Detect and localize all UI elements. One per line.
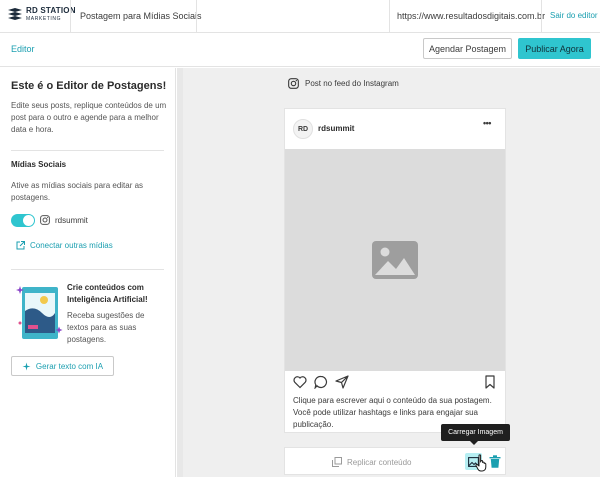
connect-media-label: Conectar outras mídias [30, 241, 113, 250]
heart-icon [293, 376, 307, 389]
post-type-label: Post no feed do Instagram [288, 78, 399, 89]
post-actions [293, 375, 497, 389]
generate-ai-text-label: Gerar texto com IA [35, 361, 104, 371]
instagram-icon [40, 215, 50, 225]
preview-area: Post no feed do Instagram RD rdsummit ••… [177, 68, 600, 477]
ai-title: Crie conteúdos com Inteligência Artifici… [67, 283, 148, 304]
account-name: rdsummit [55, 216, 88, 225]
breadcrumb[interactable]: Editor [11, 44, 35, 54]
upload-image-tooltip: Carregar Imagem [441, 424, 510, 445]
comment-icon [314, 375, 328, 389]
divider [389, 0, 390, 33]
top-bar: RD STATION MARKETING Postagem para Mídia… [0, 0, 600, 33]
sidebar-title: Este é o Editor de Postagens! [11, 80, 167, 92]
bookmark-icon [485, 375, 495, 389]
sparkle-icon [22, 362, 31, 370]
share-icon [335, 375, 349, 389]
editor-toolbar: Editor Agendar Postagem Publicar Agora [0, 33, 600, 67]
ai-illustration [16, 286, 63, 339]
rd-station-logo: RD STATION MARKETING [8, 6, 76, 26]
divider [541, 0, 542, 33]
rd-logo-icon [8, 8, 22, 20]
trash-icon[interactable] [489, 455, 501, 468]
replicate-content-button[interactable]: Replicar conteúdo [332, 457, 411, 467]
instagram-icon [288, 78, 299, 89]
divider [70, 0, 71, 33]
brand-name: RD STATION [26, 6, 76, 15]
page-title: Postagem para Mídias Sociais [80, 11, 202, 21]
site-url: https://www.resultadosdigitais.com.br [397, 11, 546, 21]
post-image-placeholder[interactable] [285, 149, 505, 371]
brand-sub: MARKETING [26, 16, 62, 22]
generate-ai-text-button[interactable]: Gerar texto com IA [11, 356, 114, 376]
hand-cursor-icon [475, 454, 487, 472]
schedule-post-button[interactable]: Agendar Postagem [423, 38, 512, 59]
ai-description: Receba sugestões de textos para as suas … [67, 311, 145, 344]
image-placeholder-icon [372, 241, 418, 279]
divider [11, 150, 164, 151]
toggle-knob [23, 215, 34, 226]
publish-now-button[interactable]: Publicar Agora [518, 38, 591, 59]
social-media-description: Ative as mídias sociais para editar as p… [11, 181, 144, 202]
exit-editor-link[interactable]: Sair do editor [550, 11, 598, 20]
post-footer: Replicar conteúdo [284, 447, 506, 475]
copy-icon [332, 457, 342, 467]
account-toggle[interactable] [11, 214, 35, 227]
connect-media-link[interactable]: Conectar outras mídias [16, 241, 113, 250]
instagram-post-card: RD rdsummit ••• Clique para escrever aqu… [284, 108, 506, 433]
editor-sidebar: Este é o Editor de Postagens! Edite seus… [0, 68, 176, 477]
more-options-icon[interactable]: ••• [483, 118, 491, 128]
divider [196, 0, 197, 33]
sidebar-description: Edite seus posts, replique conteúdos de … [11, 101, 167, 134]
social-media-heading: Mídias Sociais [11, 160, 67, 169]
avatar: RD [293, 119, 313, 139]
divider [11, 269, 164, 270]
replicate-content-label: Replicar conteúdo [347, 457, 412, 467]
post-type-text: Post no feed do Instagram [305, 79, 399, 88]
scroll-strip [177, 68, 183, 477]
post-username: rdsummit [318, 124, 355, 133]
external-link-icon [16, 241, 25, 250]
